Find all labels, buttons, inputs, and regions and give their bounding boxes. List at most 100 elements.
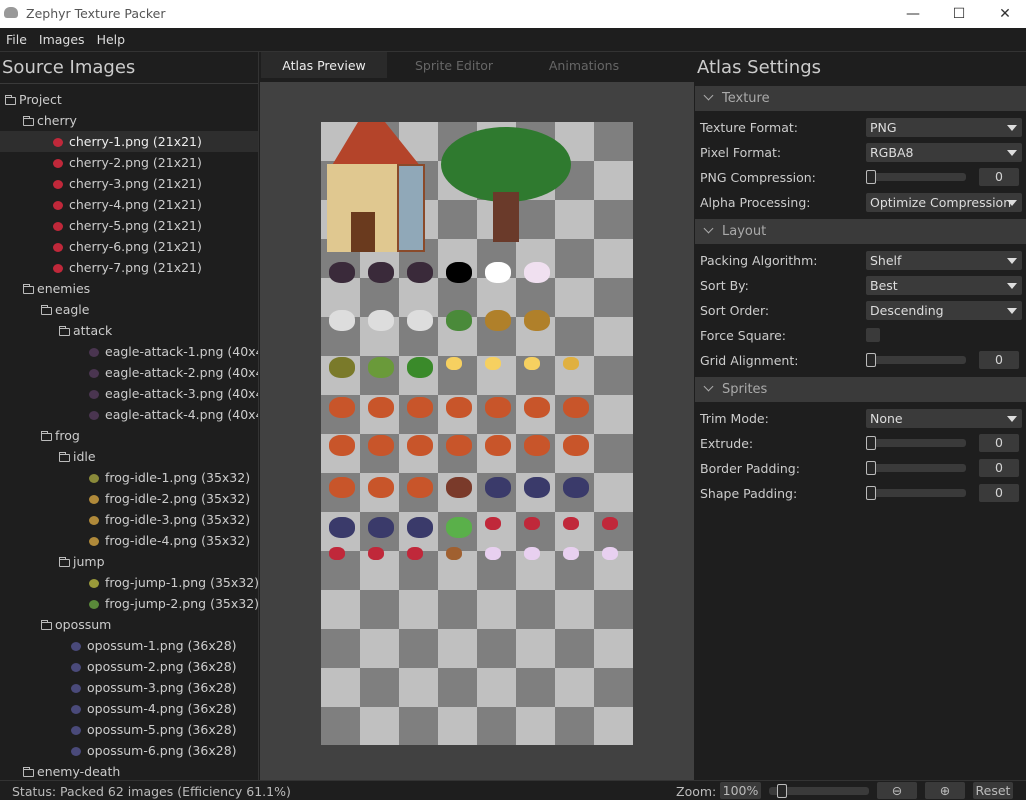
force-square-checkbox[interactable] <box>866 328 880 342</box>
dropdown-arrow-icon <box>1007 200 1017 206</box>
tree-file[interactable]: cherry-6.png (21x21) <box>0 236 258 257</box>
tree-folder[interactable]: jump <box>0 551 258 572</box>
png-compression-value[interactable]: 0 <box>979 168 1019 186</box>
grid-alignment-slider[interactable] <box>866 353 966 367</box>
minimize-button[interactable]: — <box>890 0 936 28</box>
tree-item-label: eagle-attack-4.png (40x41) <box>105 407 258 422</box>
slider-handle[interactable] <box>866 461 876 475</box>
tree-file[interactable]: cherry-2.png (21x21) <box>0 152 258 173</box>
tree-file[interactable]: cherry-1.png (21x21) <box>0 131 258 152</box>
eagle-sprite <box>368 262 394 283</box>
tree-item-label: eagle <box>55 302 90 317</box>
image-thumbnail-icon <box>89 411 99 420</box>
zoom-out-button[interactable]: ⊖ <box>877 782 917 799</box>
zoom-in-button[interactable]: ⊕ <box>925 782 965 799</box>
menu-file[interactable]: File <box>0 28 27 47</box>
tree-item-label: frog-idle-2.png (35x32) <box>105 491 251 506</box>
tree-folder[interactable]: enemy-death <box>0 761 258 780</box>
zoom-value[interactable]: 100% <box>720 782 761 799</box>
atlas-canvas[interactable] <box>321 122 633 745</box>
tree-file[interactable]: eagle-attack-2.png (40x41) <box>0 362 258 383</box>
menu-images[interactable]: Images <box>33 28 85 47</box>
texture-section-header[interactable]: Texture <box>695 86 1026 111</box>
reset-zoom-button[interactable]: Reset <box>973 782 1013 799</box>
tree-file[interactable]: frog-jump-1.png (35x32) <box>0 572 258 593</box>
tree-file[interactable]: eagle-attack-4.png (40x41) <box>0 404 258 425</box>
tree-folder[interactable]: attack <box>0 320 258 341</box>
slider-handle[interactable] <box>866 486 876 500</box>
slider-handle[interactable] <box>866 353 876 367</box>
image-thumbnail-icon <box>53 201 63 210</box>
shape-padding-slider[interactable] <box>866 486 966 500</box>
border-padding-value[interactable]: 0 <box>979 459 1019 477</box>
close-button[interactable]: ✕ <box>982 0 1026 28</box>
tree-folder[interactable]: cherry <box>0 110 258 131</box>
fox-sprite <box>407 397 433 418</box>
dropdown-value: Descending <box>870 303 944 318</box>
tree-item-label: attack <box>73 323 113 338</box>
tree-file[interactable]: opossum-2.png (36x28) <box>0 656 258 677</box>
tree-file[interactable]: eagle-attack-1.png (40x41) <box>0 341 258 362</box>
border-padding-slider[interactable] <box>866 461 966 475</box>
tab-sprite-editor[interactable]: Sprite Editor <box>391 52 517 80</box>
tree-folder[interactable]: frog <box>0 425 258 446</box>
grid-alignment-label: Grid Alignment: <box>700 353 799 368</box>
frog-sprite <box>446 310 472 331</box>
sprites-section-header[interactable]: Sprites <box>695 377 1026 402</box>
tree-file[interactable]: frog-idle-3.png (35x32) <box>0 509 258 530</box>
tree-file[interactable]: frog-jump-2.png (35x32) <box>0 593 258 614</box>
grid-alignment-value[interactable]: 0 <box>979 351 1019 369</box>
section-label: Sprites <box>722 382 768 397</box>
tab-animations[interactable]: Animations <box>521 52 647 80</box>
tree-file[interactable]: opossum-5.png (36x28) <box>0 719 258 740</box>
tree-folder[interactable]: opossum <box>0 614 258 635</box>
extrude-value[interactable]: 0 <box>979 434 1019 452</box>
gem-sprite <box>563 547 579 560</box>
zoom-slider[interactable] <box>769 784 869 798</box>
tree-file[interactable]: eagle-attack-3.png (40x41) <box>0 383 258 404</box>
opossum-sprite <box>524 477 550 498</box>
layout-section-header[interactable]: Layout <box>695 219 1026 244</box>
maximize-button[interactable]: ☐ <box>936 0 982 28</box>
texture-format-dropdown[interactable]: PNG <box>866 118 1022 137</box>
chevron-down-icon <box>703 381 714 392</box>
fox-sprite <box>368 477 394 498</box>
tree-folder[interactable]: Project <box>0 89 258 110</box>
tree-file[interactable]: frog-idle-4.png (35x32) <box>0 530 258 551</box>
tree-file[interactable]: opossum-6.png (36x28) <box>0 740 258 761</box>
image-thumbnail-icon <box>89 369 99 378</box>
slider-handle[interactable] <box>866 170 876 184</box>
tree-file[interactable]: frog-idle-2.png (35x32) <box>0 488 258 509</box>
effect-sprite <box>329 310 355 331</box>
dropdown-value: Optimize Compression <box>870 195 1012 210</box>
sort-order-dropdown[interactable]: Descending <box>866 301 1022 320</box>
pixel-format-dropdown[interactable]: RGBA8 <box>866 143 1022 162</box>
tree-file[interactable]: opossum-4.png (36x28) <box>0 698 258 719</box>
tree-file[interactable]: cherry-4.png (21x21) <box>0 194 258 215</box>
alpha-processing-dropdown[interactable]: Optimize Compression <box>866 193 1022 212</box>
opossum-sprite <box>563 477 589 498</box>
tree-file[interactable]: opossum-3.png (36x28) <box>0 677 258 698</box>
tree-file[interactable]: cherry-7.png (21x21) <box>0 257 258 278</box>
extrude-slider[interactable] <box>866 436 966 450</box>
tree-sprite <box>441 122 571 242</box>
tree-file[interactable]: frog-idle-1.png (35x32) <box>0 467 258 488</box>
tree-file[interactable]: opossum-1.png (36x28) <box>0 635 258 656</box>
tree-file[interactable]: cherry-3.png (21x21) <box>0 173 258 194</box>
tree-file[interactable]: cherry-5.png (21x21) <box>0 215 258 236</box>
packing-algorithm-dropdown[interactable]: Shelf <box>866 251 1022 270</box>
shape-padding-value[interactable]: 0 <box>979 484 1019 502</box>
eagle-sprite <box>329 262 355 283</box>
sort-by-dropdown[interactable]: Best <box>866 276 1022 295</box>
slider-handle[interactable] <box>777 784 787 798</box>
trim-mode-dropdown[interactable]: None <box>866 409 1022 428</box>
menu-help[interactable]: Help <box>91 28 126 47</box>
tab-atlas-preview[interactable]: Atlas Preview <box>261 52 387 80</box>
tree-folder[interactable]: eagle <box>0 299 258 320</box>
png-compression-slider[interactable] <box>866 170 966 184</box>
tree-folder[interactable]: idle <box>0 446 258 467</box>
slider-handle[interactable] <box>866 436 876 450</box>
tree-item-label: cherry-7.png (21x21) <box>69 260 202 275</box>
opossum-sprite <box>485 477 511 498</box>
tree-folder[interactable]: enemies <box>0 278 258 299</box>
